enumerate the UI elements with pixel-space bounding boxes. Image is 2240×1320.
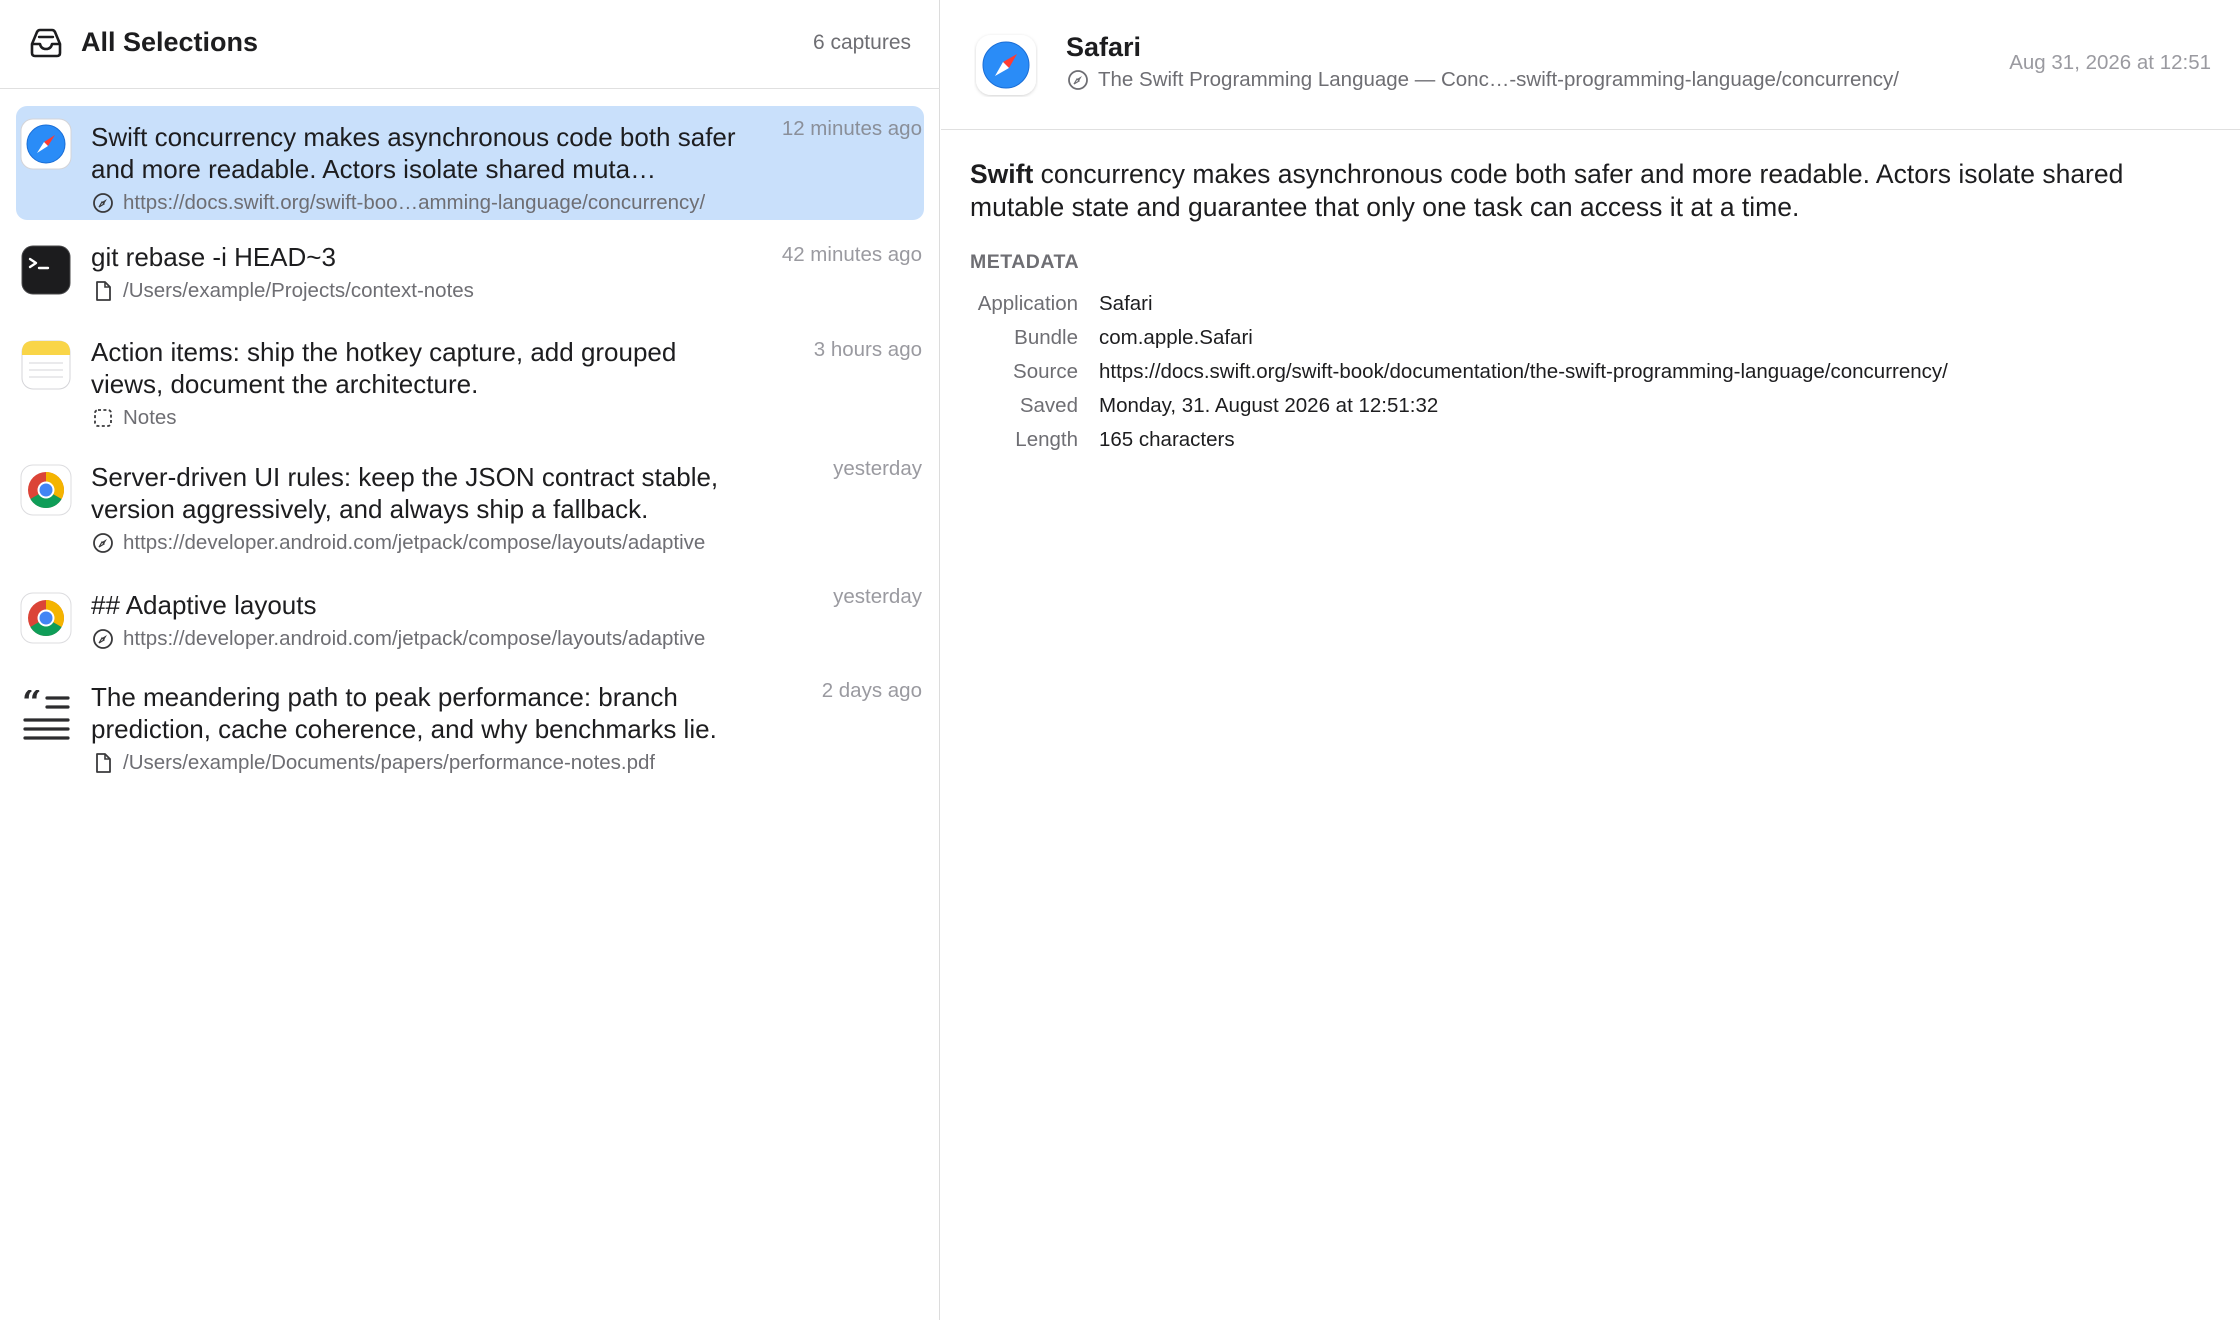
metadata-key: Length [1015, 428, 1078, 451]
capture-title: git rebase -i HEAD~3 [91, 242, 336, 272]
metadata-row-application: Application Safari [970, 287, 2210, 321]
metadata-value: Monday, 31. August 2026 at 12:51:32 [1099, 394, 1439, 417]
capture-time: yesterday [833, 585, 922, 608]
quote-icon: “ [20, 683, 72, 742]
detail-timestamp: Aug 31, 2026 at 12:51 [2009, 51, 2211, 74]
sidebar-title: All Selections [81, 27, 259, 57]
capture-count: 6 captures [812, 31, 911, 54]
metadata-row-source: Source https://docs.swift.org/swift-book… [970, 355, 2210, 389]
compass-icon [91, 191, 115, 215]
detail-source[interactable]: The Swift Programming Language — Conc…-s… [1066, 68, 1899, 92]
metadata-heading: METADATA [970, 251, 1080, 273]
metadata-key: Saved [1019, 394, 1078, 417]
detail-content-bold: Swift [970, 159, 1034, 189]
detail-source-title[interactable]: The Swift Programming Language — Conc…-s… [1098, 68, 1899, 92]
capture-time: 12 minutes ago [781, 117, 922, 140]
metadata-key: Application [977, 292, 1078, 315]
detail-content-text: concurrency makes asynchronous code both… [970, 159, 2124, 222]
safari-icon [974, 33, 1038, 97]
safari-icon [20, 118, 72, 170]
document-icon [91, 751, 115, 775]
capture-row-chrome-adaptive[interactable]: ## Adaptive layouts https://developer.an… [16, 581, 924, 665]
document-icon [91, 279, 115, 303]
metadata-source-link[interactable]: https://docs.swift.org/swift-book/docume… [1099, 360, 1948, 384]
capture-source: /Users/example/Documents/papers/performa… [91, 748, 749, 778]
compass-icon [91, 627, 115, 651]
metadata-row-saved: Saved Monday, 31. August 2026 at 12:51:3… [970, 389, 2210, 423]
capture-row-performance-paper[interactable]: “ The meandering path to peak performanc… [16, 677, 924, 793]
dashed-square-icon [91, 406, 115, 430]
metadata-table: Application Safari Bundle com.apple.Safa… [970, 287, 2210, 457]
capture-source-path: /Users/example/Projects/context-notes [123, 279, 474, 302]
chrome-icon [20, 464, 72, 516]
capture-title: Swift concurrency makes asynchronous cod… [91, 122, 736, 184]
metadata-key: Source [1013, 360, 1078, 383]
captures-sidebar: All Selections 6 captures Swift concurre… [0, 0, 940, 1320]
terminal-icon [20, 244, 72, 296]
capture-title: Server-driven UI rules: keep the JSON co… [91, 462, 719, 524]
capture-time: yesterday [833, 457, 922, 480]
compass-icon [1066, 68, 1090, 92]
compass-icon [91, 531, 115, 555]
capture-title: The meandering path to peak performance:… [91, 682, 717, 744]
metadata-key: Bundle [1014, 326, 1078, 349]
detail-header: Safari The Swift Programming Language — … [941, 0, 2240, 130]
metadata-value: com.apple.Safari [1099, 326, 1253, 349]
capture-time: 42 minutes ago [781, 243, 922, 266]
chrome-icon [20, 592, 72, 644]
capture-source-url: https://developer.android.com/jetpack/co… [123, 531, 706, 554]
detail-body: Swift concurrency makes asynchronous cod… [970, 158, 2210, 457]
detail-content[interactable]: Swift concurrency makes asynchronous cod… [970, 158, 2210, 223]
capture-source-url: https://docs.swift.org/swift-boo…amming-… [123, 191, 706, 214]
capture-row-safari-swift[interactable]: Swift concurrency makes asynchronous cod… [16, 106, 924, 220]
capture-time: 3 hours ago [813, 338, 922, 361]
capture-source-path: /Users/example/Documents/papers/performa… [123, 751, 656, 774]
notes-icon [20, 339, 72, 391]
capture-source: https://docs.swift.org/swift-boo…amming-… [91, 188, 749, 218]
sidebar-header: All Selections 6 captures [0, 0, 940, 89]
capture-source-url: https://developer.android.com/jetpack/co… [123, 627, 706, 650]
capture-row-terminal[interactable]: git rebase -i HEAD~3 /Users/example/Proj… [16, 231, 924, 315]
metadata-value: Safari [1099, 292, 1153, 315]
metadata-value: 165 characters [1099, 428, 1235, 451]
capture-detail-pane: Safari The Swift Programming Language — … [941, 0, 2240, 1320]
capture-source: https://developer.android.com/jetpack/co… [91, 528, 749, 558]
metadata-row-length: Length 165 characters [970, 423, 2210, 457]
svg-text:“: “ [22, 690, 42, 723]
tray-icon [30, 28, 62, 58]
detail-app-name: Safari [1066, 32, 1142, 62]
capture-source: /Users/example/Projects/context-notes [91, 276, 749, 306]
capture-source: Notes [91, 403, 749, 433]
capture-source-app: Notes [123, 406, 177, 429]
capture-title: Action items: ship the hotkey capture, a… [91, 337, 677, 399]
capture-source: https://developer.android.com/jetpack/co… [91, 624, 749, 654]
capture-row-chrome-server-driven[interactable]: Server-driven UI rules: keep the JSON co… [16, 453, 924, 569]
capture-row-notes[interactable]: Action items: ship the hotkey capture, a… [16, 325, 924, 441]
metadata-row-bundle: Bundle com.apple.Safari [970, 321, 2210, 355]
capture-title: ## Adaptive layouts [91, 590, 317, 620]
capture-time: 2 days ago [821, 679, 922, 702]
